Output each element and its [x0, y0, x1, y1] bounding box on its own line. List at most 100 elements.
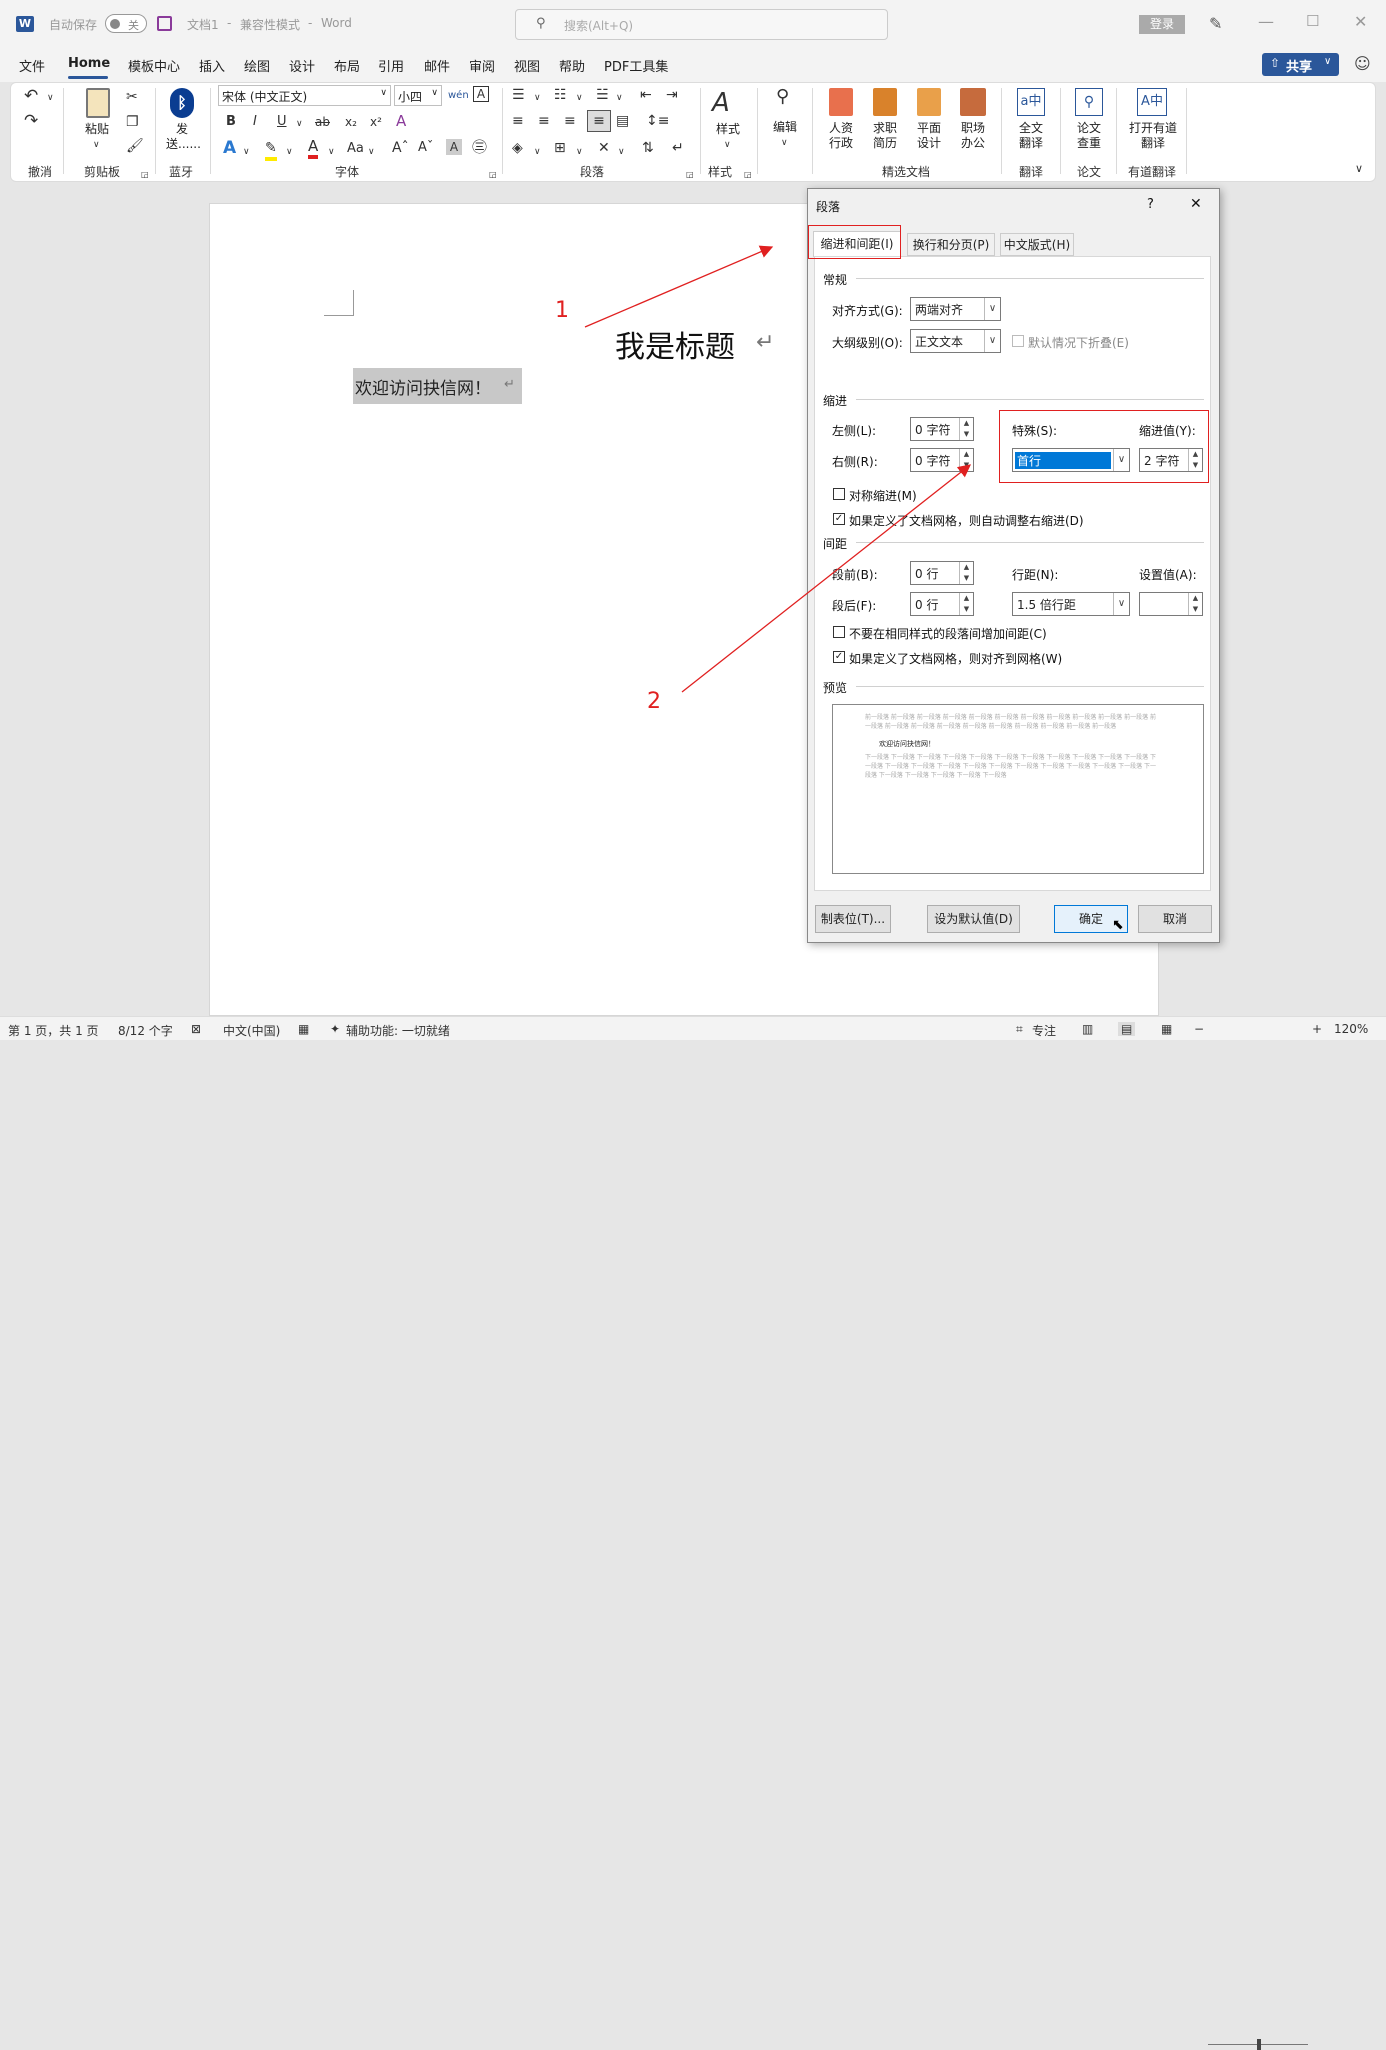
align-right-icon[interactable]: ≡ [564, 112, 576, 130]
align-center-icon[interactable]: ≡ [538, 112, 550, 130]
minimize-icon[interactable]: — [1258, 12, 1274, 31]
chevron-down-icon[interactable]: ∨ [781, 134, 788, 152]
print-layout-icon[interactable]: ▤ [1118, 1022, 1136, 1036]
set-default-button[interactable]: 设为默认值(D) [927, 905, 1020, 933]
tab-line-page-breaks[interactable]: 换行和分页(P) [907, 233, 995, 256]
auto-adjust-checkbox[interactable]: ✓ [833, 513, 845, 525]
focus-mode[interactable]: 专注 [1032, 1022, 1056, 1039]
chevron-down-icon[interactable]: ∨ [47, 89, 54, 107]
tab-review[interactable]: 审阅 [469, 56, 495, 75]
resume-icon[interactable] [873, 88, 897, 116]
chevron-down-icon[interactable]: ∨ [368, 143, 375, 161]
chevron-down-icon[interactable]: ∨ [724, 136, 731, 154]
space-after-input[interactable]: 0 行 ▲ ▼ [910, 592, 974, 616]
phonetic-guide-icon[interactable]: wén [448, 87, 469, 105]
char-shading-icon[interactable]: A [446, 139, 462, 155]
char-border-icon[interactable]: A [473, 86, 489, 102]
superscript-icon[interactable]: x² [370, 113, 382, 131]
language[interactable]: 中文(中国) [223, 1022, 280, 1039]
accessibility-status[interactable]: 辅助功能: 一切就绪 [346, 1022, 450, 1039]
outline-level-select[interactable]: 正文文本 ∨ [910, 329, 1001, 353]
tab-file[interactable]: 文件 [19, 56, 45, 75]
cancel-button[interactable]: 取消 [1138, 905, 1212, 933]
macro-icon[interactable]: ▦ [298, 1022, 309, 1036]
line-spacing-icon[interactable]: ↕≡ [646, 112, 669, 130]
edit-label[interactable]: 编辑 [773, 120, 797, 135]
maximize-icon[interactable]: ☐ [1306, 12, 1319, 30]
tab-mailings[interactable]: 邮件 [424, 56, 450, 75]
spinner-icon[interactable]: ▲ ▼ [1188, 593, 1202, 615]
tab-draw[interactable]: 绘图 [244, 56, 270, 75]
space-before-input[interactable]: 0 行 ▲ ▼ [910, 561, 974, 585]
hr-label[interactable]: 人资行政 [828, 121, 854, 151]
collapse-ribbon-icon[interactable]: ∨ [1355, 160, 1363, 178]
tab-home[interactable]: Home [68, 56, 110, 71]
chevron-down-icon[interactable]: ∨ [243, 143, 250, 161]
paper-check-icon[interactable]: ⚲ [1075, 88, 1103, 116]
undo-icon[interactable]: ↶ [24, 87, 38, 105]
office-label[interactable]: 职场办公 [960, 121, 986, 151]
distributed-icon[interactable]: ▤ [616, 112, 629, 130]
youdao-label[interactable]: 打开有道翻译 [1126, 121, 1180, 151]
chevron-down-icon[interactable]: ∨ [576, 89, 583, 107]
zoom-out-icon[interactable]: − [1194, 1022, 1204, 1036]
zoom-in-icon[interactable]: + [1312, 1022, 1322, 1036]
change-case-icon[interactable]: Aa [347, 140, 364, 158]
grow-font-icon[interactable]: Aˆ [392, 139, 409, 157]
highlight-icon[interactable]: ✎ [265, 139, 277, 161]
read-mode-icon[interactable]: ▥ [1082, 1022, 1093, 1036]
paper-check-label[interactable]: 论文查重 [1076, 121, 1102, 151]
show-marks-icon[interactable]: ↵ [672, 139, 684, 157]
multilevel-list-icon[interactable]: ☱ [596, 86, 609, 104]
no-space-checkbox[interactable] [833, 626, 845, 638]
translate-icon[interactable]: a中 [1017, 88, 1045, 116]
autosave-toggle[interactable]: 关 [105, 14, 147, 33]
format-painter-icon[interactable]: 🖌 [126, 137, 144, 155]
help-icon[interactable]: ? [1147, 197, 1154, 212]
chevron-down-icon[interactable]: ∨ [286, 143, 293, 161]
save-icon[interactable] [157, 16, 172, 31]
decrease-indent-icon[interactable]: ⇤ [640, 86, 652, 104]
chevron-down-icon[interactable]: ∨ [576, 143, 583, 161]
right-indent-input[interactable]: 0 字符 ▲ ▼ [910, 448, 974, 472]
spinner-icon[interactable]: ▲ ▼ [959, 418, 973, 440]
chevron-down-icon[interactable]: ∨ [618, 143, 625, 161]
tabs-button[interactable]: 制表位(T)... [815, 905, 891, 933]
document-heading[interactable]: 我是标题 [615, 322, 735, 366]
enclose-char-icon[interactable]: ㊂ [472, 138, 487, 156]
bold-icon[interactable]: B [226, 113, 236, 131]
underline-icon[interactable]: U [277, 113, 287, 131]
tab-layout[interactable]: 布局 [334, 56, 360, 75]
zoom-slider-thumb[interactable] [1257, 2039, 1261, 2050]
clear-format-icon[interactable]: A [396, 112, 406, 130]
align-left-icon[interactable]: ≡ [512, 112, 524, 130]
proofing-icon[interactable]: ⊠ [191, 1022, 201, 1036]
tab-insert[interactable]: 插入 [199, 56, 225, 75]
full-translate-label[interactable]: 全文翻译 [1018, 121, 1044, 151]
search-box[interactable]: ⚲ 搜索(Alt+Q) [515, 9, 888, 40]
snap-grid-checkbox[interactable]: ✓ [833, 651, 845, 663]
alignment-select[interactable]: 两端对齐 ∨ [910, 297, 1001, 321]
tab-view[interactable]: 视图 [514, 56, 540, 75]
strikethrough-icon[interactable]: ab [315, 113, 330, 131]
styles-icon[interactable]: A [712, 88, 730, 118]
spinner-icon[interactable]: ▲ ▼ [959, 449, 973, 471]
word-count[interactable]: 8/12 个字 [118, 1022, 173, 1039]
chevron-down-icon[interactable]: ∨ [328, 143, 335, 161]
increase-indent-icon[interactable]: ⇥ [666, 86, 678, 104]
chevron-down-icon[interactable]: ∨ [296, 115, 303, 133]
comments-icon[interactable]: ☺ [1354, 54, 1371, 73]
dialog-close-icon[interactable]: ✕ [1190, 196, 1202, 212]
zoom-level[interactable]: 120% [1334, 1022, 1368, 1036]
hr-icon[interactable] [829, 88, 853, 116]
login-button[interactable]: 登录 [1139, 15, 1185, 34]
office-icon[interactable] [960, 88, 986, 116]
page-count[interactable]: 第 1 页，共 1 页 [8, 1022, 99, 1039]
font-color-icon[interactable]: A [308, 137, 319, 159]
web-layout-icon[interactable]: ▦ [1161, 1022, 1172, 1036]
subscript-icon[interactable]: x₂ [345, 113, 357, 131]
left-indent-input[interactable]: 0 字符 ▲ ▼ [910, 417, 974, 441]
bullets-icon[interactable]: ☰ [512, 86, 525, 104]
italic-icon[interactable]: I [253, 113, 257, 131]
send-label[interactable]: 发送...... [166, 122, 201, 152]
